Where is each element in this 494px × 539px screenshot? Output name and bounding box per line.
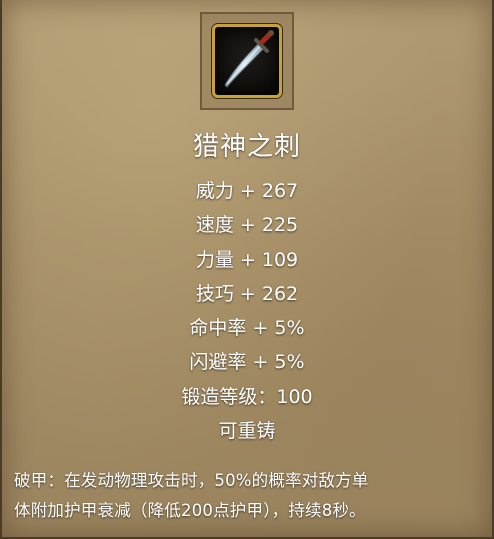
stat-power: 威力 + 267 [195,180,299,202]
item-effect-description: 破甲：在发动物理攻击时，50%的概率对敌方单 体附加护甲衰减（降低200点护甲）… [14,466,486,526]
item-icon-frame [212,24,282,98]
item-name: 猎神之刺 [192,132,301,162]
stat-speed: 速度 + 225 [195,214,299,237]
stat-dodge-rate: 闪避率 + 5% [189,351,305,374]
item-stats-list: 威力 + 267 速度 + 225 力量 + 109 技巧 + 262 命中率 … [2,174,492,448]
reforgeable-label: 可重铸 [218,420,276,443]
dagger-icon [224,30,274,88]
description-line: 破甲：在发动物理攻击时，50%的概率对敌方单 [14,471,369,490]
stat-strength: 力量 + 109 [195,248,299,271]
item-tooltip: 猎神之刺 威力 + 267 速度 + 225 力量 + 109 技巧 + 262… [0,0,494,539]
description-line: 体附加护甲衰减（降低200点护甲），持续8秒。 [14,501,366,520]
item-icon-slot [200,12,294,110]
stat-skill: 技巧 + 262 [195,282,299,305]
forge-level: 锻造等级：100 [181,385,313,408]
stat-hit-rate: 命中率 + 5% [189,317,305,340]
